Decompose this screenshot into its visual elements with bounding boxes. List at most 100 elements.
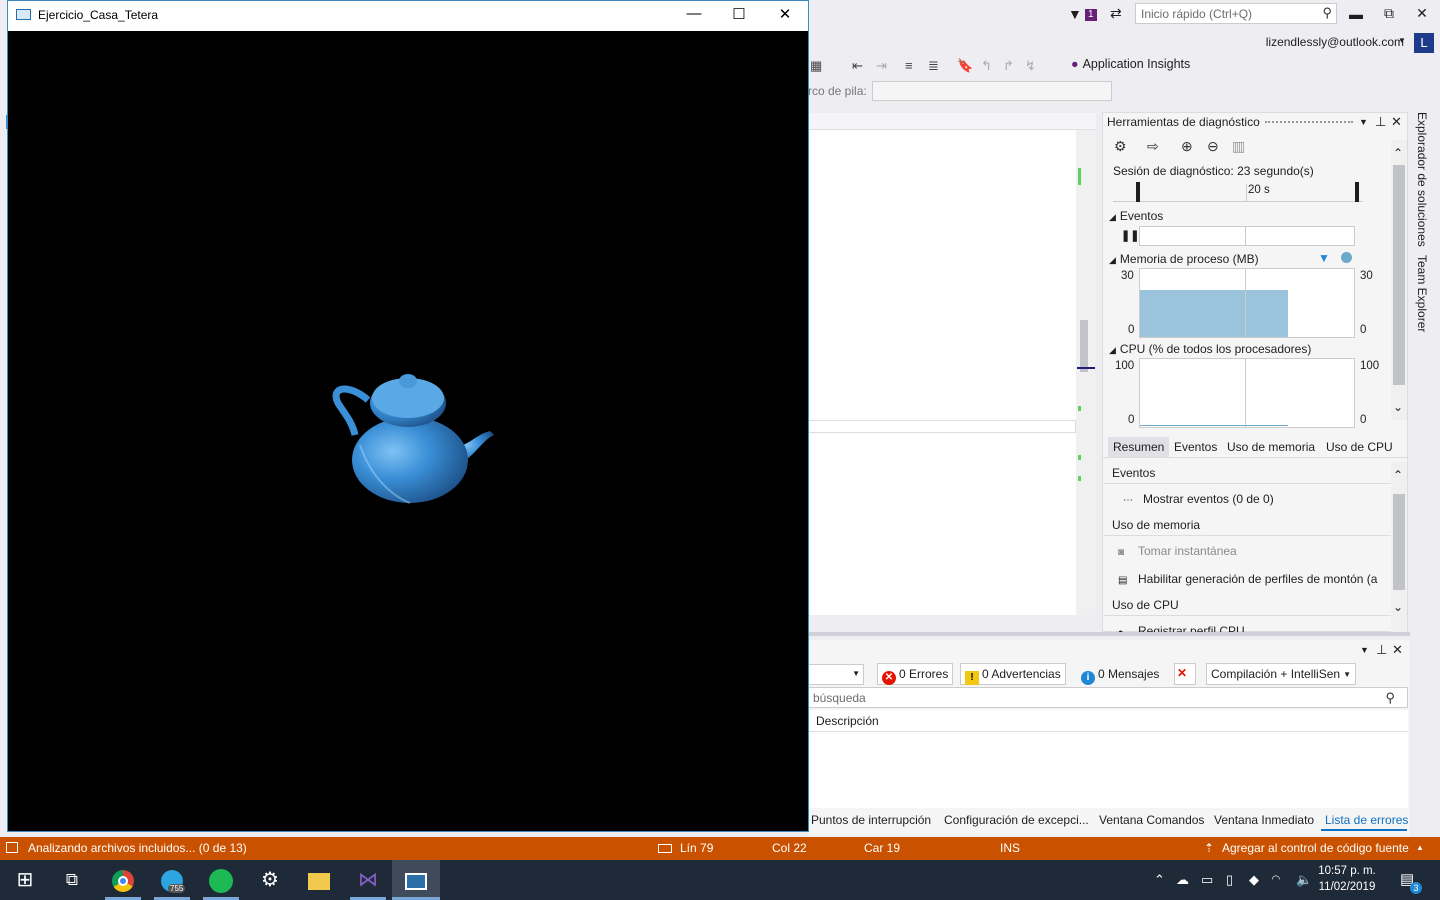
app-window-icon[interactable]: [401, 866, 431, 894]
cpu-profile-row[interactable]: ● Registrar perfil CPU: [1104, 618, 1391, 632]
app-maximize-button[interactable]: ☐: [724, 5, 754, 23]
cpu-graph[interactable]: [1139, 358, 1355, 428]
cpu-axis-min-left: 0: [1128, 414, 1135, 426]
scroll-down-icon[interactable]: ⌄: [1393, 400, 1403, 414]
add-to-source-control-button[interactable]: Agregar al control de código fuente: [1222, 841, 1409, 855]
app-close-button[interactable]: ✕: [770, 5, 800, 23]
show-events-link[interactable]: ⋯ Mostrar eventos (0 de 0): [1123, 492, 1274, 506]
tab-uso-cpu[interactable]: Uso de CPU: [1326, 440, 1393, 454]
toolbar-uncomment-icon[interactable]: ≣: [928, 58, 939, 74]
panel-menu-icon[interactable]: ▼: [1359, 117, 1368, 127]
tab-eventos[interactable]: Eventos: [1174, 440, 1217, 454]
toolbar-format-icon[interactable]: ▦: [810, 58, 822, 74]
error-search-placeholder: búsqueda: [813, 691, 866, 705]
app-minimize-button[interactable]: —: [679, 5, 709, 22]
tab-breakpoints[interactable]: Puntos de interrupción: [811, 813, 931, 827]
messages-filter-button[interactable]: i0 Mensajes: [1076, 663, 1164, 685]
wifi-icon[interactable]: ◜◝: [1272, 874, 1280, 885]
zoom-out-icon[interactable]: ⊖: [1207, 138, 1219, 155]
timeline-left-handle[interactable]: [1136, 182, 1140, 202]
panel-close-icon[interactable]: ✕: [1392, 642, 1403, 658]
vs-minimize-button[interactable]: ▬: [1346, 6, 1366, 22]
take-snapshot-button[interactable]: ◙ Tomar instantánea: [1118, 544, 1237, 558]
record-cpu-profile-button[interactable]: ● Registrar perfil CPU: [1118, 624, 1245, 632]
zoom-in-icon[interactable]: ⊕: [1181, 138, 1193, 155]
vs-close-button[interactable]: ✕: [1412, 5, 1432, 22]
taskbar-clock[interactable]: 10:57 p. m. 11/02/2019: [1312, 863, 1382, 895]
account-name[interactable]: lizendlessly@outlook.com: [1266, 35, 1404, 49]
warnings-filter-button[interactable]: ! 0 Advertencias: [960, 663, 1066, 685]
timeline-ruler[interactable]: [1113, 182, 1363, 202]
toolbar-indent-icon[interactable]: ⇤: [852, 58, 863, 74]
pin-icon[interactable]: ⊥: [1375, 114, 1386, 130]
panel-close-icon[interactable]: ✕: [1391, 114, 1402, 130]
tab-solution-explorer[interactable]: Explorador de soluciones: [1415, 112, 1429, 247]
events-section-title[interactable]: ◢ Eventos: [1109, 209, 1163, 223]
heap-profiling-text: Habilitar generación de perfiles de mont…: [1138, 572, 1378, 586]
account-dropdown-icon[interactable]: ▼: [1398, 36, 1406, 45]
export-icon[interactable]: ⇨: [1147, 138, 1159, 155]
bookmark-icon[interactable]: 🔖: [957, 58, 973, 74]
next-bookmark-icon[interactable]: ↱: [1003, 58, 1014, 74]
toolbar-outdent-icon[interactable]: ⇥: [876, 58, 887, 74]
heap-profiling-link[interactable]: ▤ Habilitar generación de perfiles de mon…: [1118, 572, 1377, 586]
clear-bookmarks-icon[interactable]: ↯: [1025, 58, 1036, 74]
tab-resumen[interactable]: Resumen: [1108, 437, 1170, 457]
file-explorer-icon[interactable]: [304, 866, 334, 894]
errors-filter-button[interactable]: ✕ 0 Errores: [877, 663, 954, 685]
tab-exception-settings[interactable]: Configuración de excepci...: [944, 813, 1089, 827]
quick-launch-input[interactable]: Inicio rápido (Ctrl+Q) ⚲: [1135, 3, 1337, 24]
status-icon: [6, 842, 18, 853]
editor-scrollbar[interactable]: [1076, 130, 1096, 615]
panel-menu-icon[interactable]: ▼: [1360, 645, 1369, 655]
panel-splitter[interactable]: [808, 632, 1410, 636]
diag-scroll-thumb[interactable]: [1393, 165, 1405, 385]
security-shield-icon[interactable]: ◆: [1249, 872, 1259, 888]
editor-scroll-thumb[interactable]: [1080, 320, 1088, 372]
tab-immediate-window[interactable]: Ventana Inmediato: [1214, 813, 1314, 827]
build-scope-select[interactable]: Compilación + IntelliSen ▼: [1206, 663, 1356, 685]
chrome-icon[interactable]: [108, 866, 138, 894]
tab-command-window[interactable]: Ventana Comandos: [1099, 813, 1204, 827]
description-column-header[interactable]: Descripción: [808, 710, 1408, 732]
tab-team-explorer[interactable]: Team Explorer: [1415, 255, 1429, 332]
events-track[interactable]: [1139, 226, 1355, 246]
stack-frame-select[interactable]: [872, 81, 1112, 101]
usb-icon[interactable]: ▯: [1226, 872, 1233, 888]
cpu-section-title[interactable]: ◢ CPU (% de todos los procesadores): [1109, 342, 1311, 356]
tray-chevron-icon[interactable]: ⌃: [1154, 872, 1165, 888]
code-editor[interactable]: [808, 130, 1076, 615]
filter-icon[interactable]: ▼: [1068, 6, 1082, 22]
vs-restore-button[interactable]: ⧉: [1379, 5, 1399, 22]
scroll-up-icon[interactable]: ⌃: [1393, 468, 1403, 482]
memory-section-title[interactable]: ◢ Memoria de proceso (MB): [1109, 252, 1259, 266]
chart-icon[interactable]: ▥: [1232, 138, 1245, 155]
task-view-icon[interactable]: ⧉: [57, 866, 87, 894]
settings-gear-icon[interactable]: ⚙: [1114, 138, 1127, 155]
pause-icon[interactable]: ❚❚: [1121, 229, 1139, 242]
summary-scroll-thumb[interactable]: [1393, 494, 1405, 590]
panel-grip[interactable]: [1265, 121, 1353, 123]
volume-icon[interactable]: 🔈: [1296, 872, 1312, 888]
error-search-input[interactable]: búsqueda ⚲: [808, 687, 1408, 708]
tab-uso-memoria[interactable]: Uso de memoria: [1227, 440, 1315, 454]
spotify-icon[interactable]: [206, 866, 236, 894]
gc-marker-icon: [1341, 252, 1352, 263]
account-avatar[interactable]: L: [1414, 33, 1434, 53]
settings-gear-icon[interactable]: ⚙: [255, 866, 285, 894]
network-icon[interactable]: ▭: [1201, 872, 1213, 888]
visual-studio-icon[interactable]: ⋈: [353, 866, 383, 894]
onedrive-icon[interactable]: ☁: [1176, 872, 1189, 888]
prev-bookmark-icon[interactable]: ↰: [981, 58, 992, 74]
windows-start-icon[interactable]: ⊞: [10, 866, 40, 894]
scroll-down-icon[interactable]: ⌄: [1393, 600, 1403, 614]
clear-filter-icon[interactable]: ✕: [1174, 663, 1196, 685]
toolbar-comment-icon[interactable]: ≡: [905, 58, 913, 73]
timeline-right-handle[interactable]: [1355, 182, 1359, 202]
scope-select[interactable]: ▼: [808, 664, 864, 685]
pin-icon[interactable]: ⊥: [1376, 642, 1387, 658]
feedback-icon[interactable]: ⇄: [1110, 5, 1122, 22]
application-insights-button[interactable]: ● Application Insights: [1071, 57, 1190, 71]
scroll-up-icon[interactable]: ⌃: [1393, 146, 1403, 160]
tab-error-list[interactable]: Lista de errores: [1325, 813, 1408, 827]
